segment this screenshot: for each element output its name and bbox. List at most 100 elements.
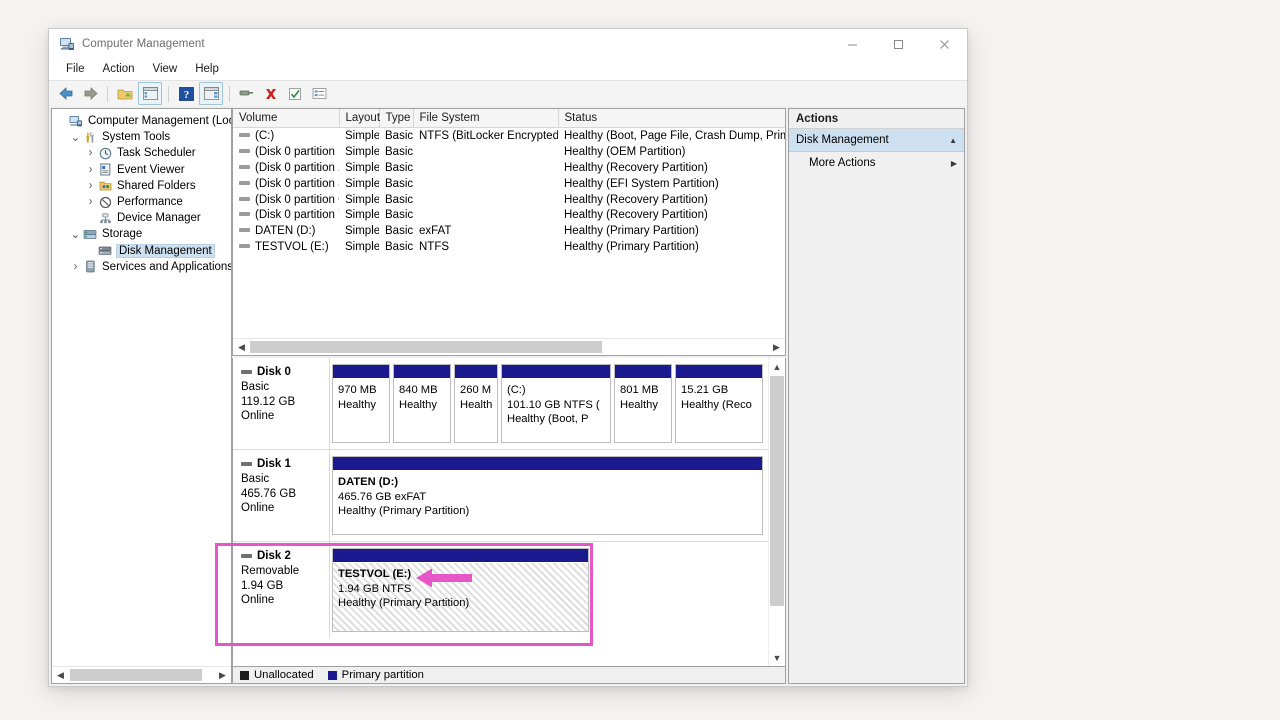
disk-icon [241,370,252,374]
graphical-vertical-scrollbar[interactable]: ▲ ▼ [768,358,785,666]
partition-block[interactable]: 801 MB Healthy [614,364,672,443]
scroll-thumb[interactable] [770,376,784,606]
sidebar-item-storage[interactable]: ⌄ Storage [52,226,231,242]
disk-row-2[interactable]: Disk 2 Removable 1.94 GB Online [233,542,769,638]
disk-info-2: Disk 2 Removable 1.94 GB Online [233,542,330,638]
disk-kind-0: Basic [241,380,329,395]
sidebar-item-task-scheduler[interactable]: › Task Scheduler [52,145,231,161]
list-view-icon[interactable] [308,83,330,104]
cell-volume: (Disk 0 partition 6) [233,192,339,208]
partition-block[interactable]: 970 MB Healthy [332,364,390,443]
cell-type: Basic [379,128,413,144]
menu-help[interactable]: Help [186,59,228,80]
sidebar-item-disk-management[interactable]: Disk Management [52,243,231,259]
maximize-button[interactable] [875,29,921,59]
partition-block-testvol[interactable]: TESTVOL (E:) 1.94 GB NTFS Healthy (Prima… [332,548,589,632]
chevron-up-icon[interactable]: ▲ [949,136,957,145]
partition-block[interactable]: 260 M Health [454,364,498,443]
unallocated-swatch-icon [240,671,249,680]
forward-icon[interactable] [79,83,101,104]
chevron-right-icon[interactable]: › [84,196,97,208]
cell-layout: Simple [339,144,379,160]
tree-item-label: Shared Folders [117,180,196,192]
chevron-right-icon[interactable]: › [84,180,97,192]
volume-table: Volume Layout Type File System Status (C… [233,109,786,255]
chevron-down-icon[interactable]: ⌄ [69,130,82,144]
scroll-right-icon[interactable]: ▶ [214,667,231,683]
refresh-icon[interactable] [284,83,306,104]
column-header-file-system[interactable]: File System [413,109,558,128]
title-bar: Computer Management [49,29,967,59]
cell-type: Basic [379,207,413,223]
show-console-tree-icon[interactable] [138,82,162,105]
chevron-right-icon[interactable]: › [84,147,97,159]
close-button[interactable] [921,29,967,59]
table-row[interactable]: TESTVOL (E:) Simple Basic NTFS Healthy (… [233,239,786,255]
menu-file[interactable]: File [57,59,94,80]
scroll-right-icon[interactable]: ▶ [768,339,785,355]
scroll-left-icon[interactable]: ◀ [233,339,250,355]
volume-icon [239,197,250,201]
partition-block[interactable]: 840 MB Healthy [393,364,451,443]
sidebar-item-system-tools[interactable]: ⌄ System Tools [52,129,231,145]
menu-action[interactable]: Action [94,59,144,80]
disk-icon [241,462,252,466]
chevron-right-icon[interactable]: ▶ [951,159,957,168]
volume-icon [239,181,250,185]
chevron-right-icon[interactable]: › [69,261,82,273]
scroll-track[interactable] [250,340,768,354]
help-icon[interactable]: ? [175,83,197,104]
chevron-right-icon[interactable]: › [84,164,97,176]
column-header-status[interactable]: Status [558,109,786,128]
table-row[interactable]: (Disk 0 partition 1) Simple Basic Health… [233,144,786,160]
disk-row-1[interactable]: Disk 1 Basic 465.76 GB Online [233,450,769,542]
tree-horizontal-scrollbar[interactable]: ◀ ▶ [52,666,231,683]
tree-item-label: Task Scheduler [117,147,196,159]
scroll-thumb[interactable] [250,341,602,353]
table-row[interactable]: (Disk 0 partition 3) Simple Basic Health… [233,176,786,192]
sidebar-item-event-viewer[interactable]: › Event Viewer [52,162,231,178]
disk-row-0[interactable]: Disk 0 Basic 119.12 GB Online [233,358,769,450]
show-action-pane-icon[interactable] [199,82,223,105]
primary-partition-swatch-icon [328,671,337,680]
partition-block[interactable]: 15.21 GB Healthy (Reco [675,364,763,443]
cell-file-system [413,144,558,160]
column-header-volume[interactable]: Volume [233,109,339,128]
cell-status: Healthy (Recovery Partition) [558,192,786,208]
scroll-left-icon[interactable]: ◀ [52,667,69,683]
table-row[interactable]: (Disk 0 partition 6) Simple Basic Health… [233,192,786,208]
cell-volume: DATEN (D:) [233,223,339,239]
table-row[interactable]: (C:) Simple Basic NTFS (BitLocker Encryp… [233,128,786,144]
cell-layout: Simple [339,239,379,255]
column-header-layout[interactable]: Layout [339,109,379,128]
sidebar-item-shared-folders[interactable]: › Shared Folders [52,178,231,194]
actions-group-disk-management[interactable]: Disk Management ▲ [789,129,964,152]
back-icon[interactable] [55,83,77,104]
menu-view[interactable]: View [144,59,187,80]
chevron-down-icon[interactable]: ⌄ [69,227,82,241]
minimize-button[interactable] [829,29,875,59]
delete-icon[interactable] [260,83,282,104]
cell-file-system: NTFS [413,239,558,255]
column-header-type[interactable]: Type [379,109,413,128]
volume-horizontal-scrollbar[interactable]: ◀ ▶ [233,338,785,355]
table-row[interactable]: (Disk 0 partition 7) Simple Basic Health… [233,207,786,223]
table-row[interactable]: (Disk 0 partition 2) Simple Basic Health… [233,160,786,176]
scroll-up-icon[interactable]: ▲ [769,358,785,375]
scroll-thumb[interactable] [70,669,202,681]
cell-file-system [413,192,558,208]
properties-icon[interactable] [236,83,258,104]
sidebar-item-performance[interactable]: › Performance [52,194,231,210]
partition-color-bar [455,365,497,379]
scroll-down-icon[interactable]: ▼ [769,649,785,666]
actions-item-more-actions[interactable]: More Actions ▶ [789,152,964,174]
sidebar-item-device-manager[interactable]: Device Manager [52,210,231,226]
sidebar-item-services-and-applications[interactable]: › Services and Applications [52,259,231,275]
partition-block-daten[interactable]: DATEN (D:) 465.76 GB exFAT Healthy (Prim… [332,456,763,535]
tree-item-root[interactable]: Computer Management (Local [52,113,231,129]
volume-icon [239,133,250,137]
partition-title: DATEN (D:) [338,475,757,490]
partition-block-c[interactable]: (C:) 101.10 GB NTFS ( Healthy (Boot, P [501,364,611,443]
up-folder-icon[interactable] [114,83,136,104]
table-row[interactable]: DATEN (D:) Simple Basic exFAT Healthy (P… [233,223,786,239]
